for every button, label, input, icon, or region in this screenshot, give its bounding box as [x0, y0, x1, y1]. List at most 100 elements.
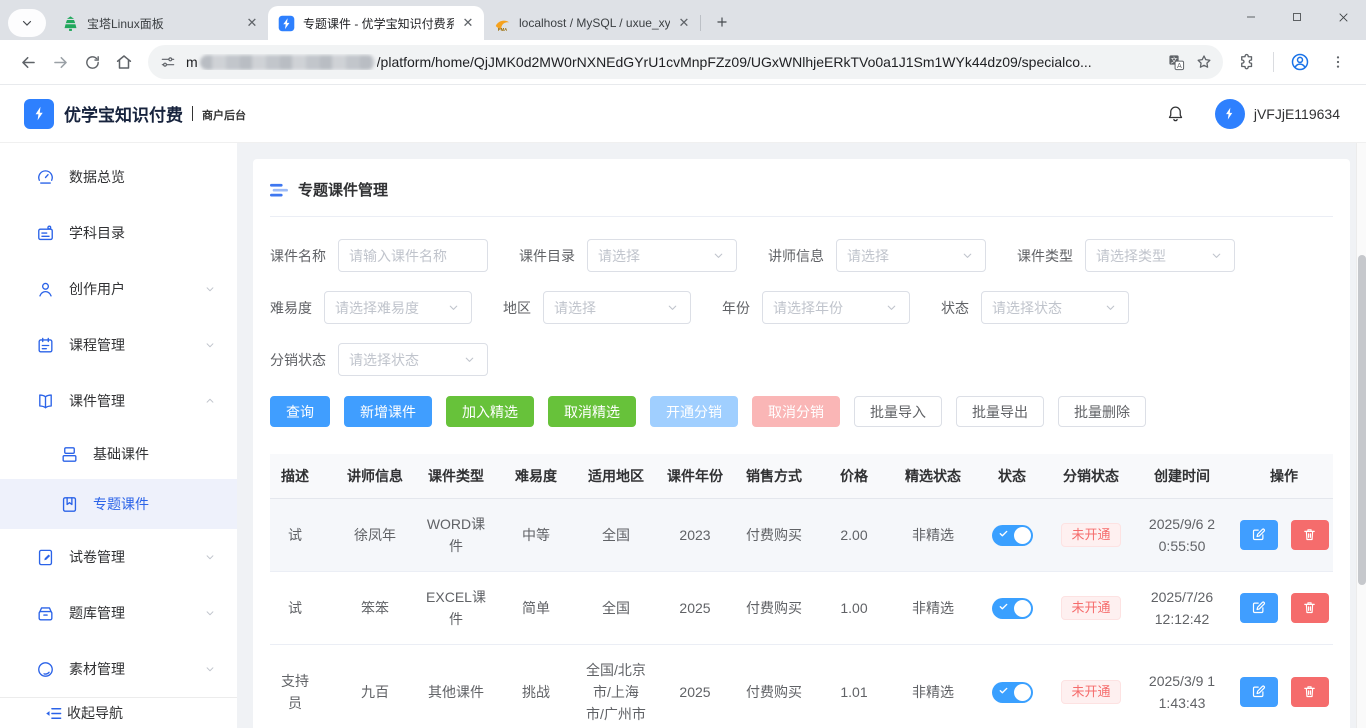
browser-tab-2[interactable]: 专题课件 - 优学宝知识付费系统✕	[268, 6, 484, 40]
edit-button[interactable]	[1240, 677, 1278, 707]
button-加入精选[interactable]: 加入精选	[446, 396, 534, 427]
filter-select-地区[interactable]: 请选择	[543, 291, 691, 324]
sidebar-item-试卷管理[interactable]: 试卷管理	[0, 529, 237, 585]
button-取消精选[interactable]: 取消精选	[548, 396, 636, 427]
notification-bell-icon[interactable]	[1166, 104, 1185, 123]
select-placeholder: 请选择难易度	[335, 298, 447, 318]
reload-button[interactable]	[76, 46, 108, 78]
button-开通分销[interactable]: 开通分销	[650, 396, 738, 427]
profile-button[interactable]	[1284, 46, 1316, 78]
edit-icon	[1251, 684, 1266, 699]
courseware-manage-icon	[36, 392, 55, 411]
sidebar-item-创作用户[interactable]: 创作用户	[0, 261, 237, 317]
brand-divider	[192, 106, 193, 121]
sidebar-menu: 数据总览学科目录创作用户课程管理课件管理基础课件专题课件试卷管理题库管理素材管理	[0, 149, 237, 697]
close-tab-icon[interactable]: ✕	[460, 15, 476, 31]
chevron-down-icon	[1210, 249, 1224, 262]
exam-manage-icon	[36, 548, 55, 567]
cell-created-time: 2025/3/9 11:43:43	[1130, 644, 1234, 728]
cell-year: 2023	[656, 498, 734, 571]
cell-created-time: 2025/9/6 20:55:50	[1130, 498, 1234, 571]
page-scrollbar[interactable]	[1356, 85, 1366, 728]
translate-icon[interactable]: 文A	[1168, 54, 1185, 71]
button-批量删除[interactable]: 批量删除	[1058, 396, 1146, 427]
close-tab-icon[interactable]: ✕	[676, 15, 692, 31]
baota-icon	[62, 15, 79, 32]
app-header: 优学宝知识付费 商户后台 jVFJjE119634	[0, 85, 1366, 143]
button-批量导入[interactable]: 批量导入	[854, 396, 942, 427]
window-controls	[1228, 0, 1366, 34]
filter-label: 课件目录	[519, 246, 575, 266]
delete-button[interactable]	[1291, 520, 1329, 550]
cell-operations	[1234, 571, 1333, 644]
status-toggle-on[interactable]	[992, 682, 1033, 703]
column-header-适用地区: 适用地区	[576, 454, 656, 498]
new-tab-button[interactable]	[708, 8, 736, 36]
sidebar-item-基础课件[interactable]: 基础课件	[0, 429, 237, 479]
cell-featured-state: 非精选	[894, 571, 972, 644]
sidebar-item-素材管理[interactable]: 素材管理	[0, 641, 237, 697]
cell-instructor: 九百	[334, 644, 416, 728]
filter-select-课件目录[interactable]: 请选择	[587, 239, 737, 272]
cell-price: 1.01	[814, 644, 894, 728]
sidebar-item-课程管理[interactable]: 课程管理	[0, 317, 237, 373]
table-row-2: 试笨笨EXCEL课件简单全国2025付费购买1.00非精选未开通2025/7/2…	[270, 571, 1333, 644]
button-查询[interactable]: 查询	[270, 396, 330, 427]
sidebar-item-label: 素材管理	[69, 659, 203, 679]
sidebar-item-课件管理[interactable]: 课件管理	[0, 373, 237, 429]
content-card: 专题课件管理 课件名称课件目录请选择讲师信息请选择课件类型请选择类型难易度请选择…	[253, 159, 1350, 728]
button-新增课件[interactable]: 新增课件	[344, 396, 432, 427]
filter-select-课件类型[interactable]: 请选择类型	[1085, 239, 1235, 272]
tab-search-button[interactable]	[8, 9, 46, 37]
filter-select-状态[interactable]: 请选择状态	[981, 291, 1129, 324]
forward-icon	[51, 53, 70, 72]
back-button[interactable]	[12, 46, 44, 78]
close-window-button[interactable]	[1320, 0, 1366, 34]
home-button[interactable]	[108, 46, 140, 78]
special-courseware-icon	[60, 495, 79, 514]
status-toggle-on[interactable]	[992, 525, 1033, 546]
column-header-状态: 状态	[972, 454, 1052, 498]
filter-select-年份[interactable]: 请选择年份	[762, 291, 910, 324]
site-settings-icon[interactable]	[160, 54, 176, 70]
extensions-button[interactable]	[1231, 46, 1263, 78]
sidebar-item-学科目录[interactable]: 学科目录	[0, 205, 237, 261]
button-取消分销[interactable]: 取消分销	[752, 396, 840, 427]
sidebar-item-题库管理[interactable]: 题库管理	[0, 585, 237, 641]
sidebar-item-专题课件[interactable]: 专题课件	[0, 479, 237, 529]
select-placeholder: 请选择状态	[992, 298, 1104, 318]
scrollbar-thumb[interactable]	[1358, 255, 1366, 585]
filter-row-2: 难易度请选择难易度地区请选择年份请选择年份状态请选择状态	[270, 291, 1333, 324]
toggle-knob	[1014, 684, 1031, 701]
list-title-icon	[270, 183, 288, 197]
browser-menu-button[interactable]	[1322, 46, 1354, 78]
forward-button[interactable]	[44, 46, 76, 78]
filter-label: 难易度	[270, 298, 312, 318]
edit-button[interactable]	[1240, 593, 1278, 623]
user-avatar[interactable]	[1215, 99, 1245, 129]
maximize-button[interactable]	[1274, 0, 1320, 34]
collapse-nav-button[interactable]: 收起导航	[0, 697, 237, 728]
chevron-down-icon	[885, 301, 899, 314]
filter-label: 年份	[722, 298, 750, 318]
button-批量导出[interactable]: 批量导出	[956, 396, 1044, 427]
filter-select-分销状态[interactable]: 请选择状态	[338, 343, 488, 376]
status-toggle-on[interactable]	[992, 598, 1033, 619]
minimize-button[interactable]	[1228, 0, 1274, 34]
collapse-nav-label: 收起导航	[67, 703, 123, 723]
bookmark-star-icon[interactable]	[1195, 53, 1213, 71]
browser-tab-1[interactable]: 宝塔Linux面板✕	[52, 6, 268, 40]
address-bar[interactable]: m /platform/home/QjJMK0d2MW0rNXNEdGYrU1c…	[148, 45, 1223, 79]
cell-sale-mode: 付费购买	[734, 644, 814, 728]
delete-button[interactable]	[1291, 677, 1329, 707]
close-tab-icon[interactable]: ✕	[244, 15, 260, 31]
filter-select-难易度[interactable]: 请选择难易度	[324, 291, 472, 324]
courseware-name-input[interactable]	[349, 248, 477, 264]
browser-tab-3[interactable]: PMAlocalhost / MySQL / uxue_xyz✕	[484, 6, 700, 40]
delete-button[interactable]	[1291, 593, 1329, 623]
filter-select-讲师信息[interactable]: 请选择	[836, 239, 986, 272]
cell-region: 全国	[576, 571, 656, 644]
sidebar-item-数据总览[interactable]: 数据总览	[0, 149, 237, 205]
edit-button[interactable]	[1240, 520, 1278, 550]
svg-text:PMA: PMA	[498, 26, 507, 31]
